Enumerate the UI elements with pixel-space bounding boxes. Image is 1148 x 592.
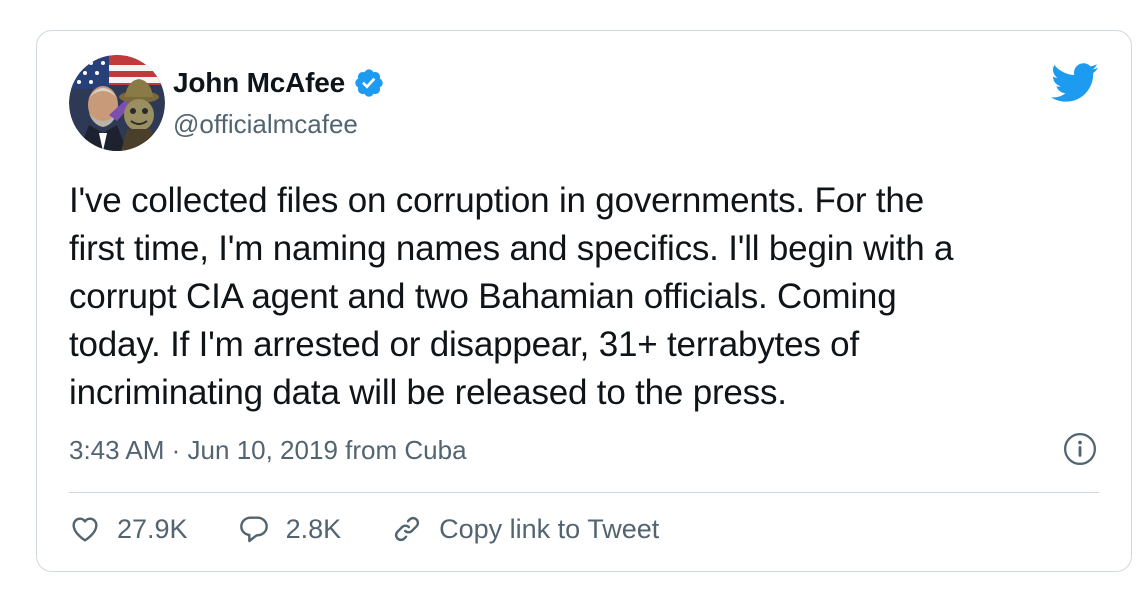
tweet-time[interactable]: 3:43 AM	[69, 435, 164, 465]
tweet-card: John McAfee @officialmcafee I've collect…	[36, 30, 1132, 572]
meta-from-text: from	[345, 435, 398, 465]
info-icon[interactable]	[1063, 432, 1097, 466]
heart-icon	[72, 517, 98, 542]
avatar-image	[69, 55, 165, 151]
author-display-name[interactable]: John McAfee	[173, 67, 345, 99]
author-handle[interactable]: @officialmcafee	[173, 109, 358, 140]
like-count: 27.9K	[117, 513, 188, 544]
reply-bubble-icon	[239, 516, 268, 543]
copy-link-button[interactable]: Copy link to Tweet	[391, 513, 659, 545]
divider	[69, 492, 1099, 493]
link-icon	[395, 516, 420, 542]
tweet-text-line: I've collected files on corruption in go…	[69, 181, 924, 220]
tweet-actions: 27.9K 2.8K Copy link to Tweet	[69, 513, 709, 545]
like-button[interactable]: 27.9K	[69, 513, 188, 545]
tweet-location[interactable]: Cuba	[404, 435, 466, 465]
tweet-text-line: corrupt CIA agent and two Bahamian offic…	[69, 277, 897, 316]
twitter-bird-icon[interactable]	[1051, 63, 1099, 103]
tweet-metadata: 3:43 AM · Jun 10, 2019 from Cuba	[69, 435, 467, 466]
tweet-text: I've collected files on corruption in go…	[69, 177, 1103, 417]
author-name-row: John McAfee	[173, 67, 385, 99]
meta-separator: ·	[171, 435, 181, 465]
tweet-date[interactable]: Jun 10, 2019	[188, 435, 338, 465]
reply-button[interactable]: 2.8K	[238, 513, 342, 545]
tweet-text-line: today. If I'm arrested or disappear, 31+…	[69, 325, 859, 364]
profile-avatar[interactable]	[69, 55, 165, 151]
copy-link-label: Copy link to Tweet	[439, 513, 660, 544]
tweet-text-line: first time, I'm naming names and specifi…	[69, 229, 954, 268]
reply-count: 2.8K	[285, 513, 342, 544]
verified-badge-icon	[353, 67, 385, 99]
tweet-text-line: incriminating data will be released to t…	[69, 373, 787, 412]
